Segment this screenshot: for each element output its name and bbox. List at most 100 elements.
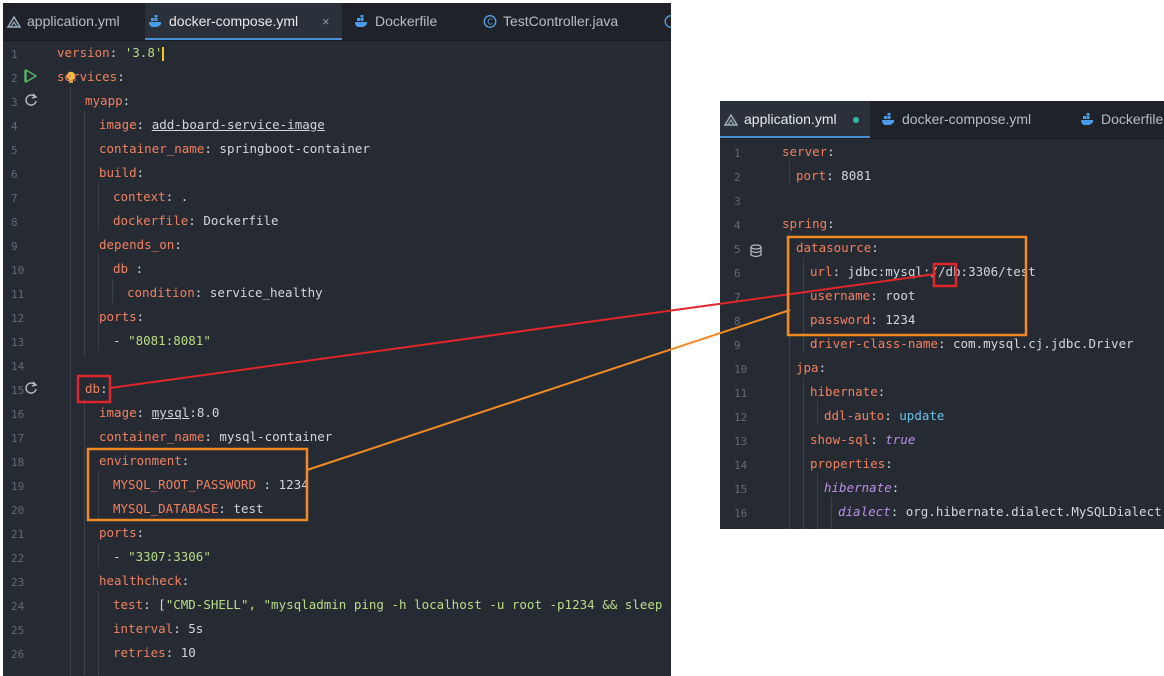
code-line: services:: [57, 68, 125, 86]
code-line: show-sql: true: [810, 431, 915, 449]
code-line: ports:: [99, 308, 144, 326]
yaml-key: ddl-auto: [824, 408, 885, 423]
indent-guide: [817, 473, 818, 529]
indent-guide: [817, 401, 818, 425]
tab-label: docker-compose.yml: [169, 13, 299, 29]
line-number: 18: [11, 456, 25, 469]
right-tab-bar: application.yml docker-compose.yml Docke…: [720, 101, 1164, 139]
code-line: spring:: [782, 215, 835, 233]
yaml-key: healthcheck: [99, 573, 182, 588]
yaml-separator: :: [109, 45, 125, 60]
line-number: 4: [734, 219, 741, 232]
yaml-separator: :: [194, 285, 210, 300]
line-number: 13: [11, 336, 25, 349]
yaml-key: show-sql: [810, 432, 871, 447]
tab-application-yml[interactable]: application.yml: [3, 3, 145, 40]
code-line: dialect: org.hibernate.dialect.MySQLDial…: [838, 503, 1162, 521]
yaml-key: test: [113, 597, 144, 612]
tab-dockerfile[interactable]: Dockerfile: [1077, 101, 1164, 138]
yaml-separator: :: [826, 168, 842, 183]
yaml-key: services: [57, 69, 118, 84]
yaml-value: :3306/test: [960, 264, 1036, 279]
indent-guide: [831, 497, 832, 529]
yaml-value: mysql-container: [219, 429, 333, 444]
line-number: 15: [11, 384, 25, 397]
yaml-key: condition: [127, 285, 195, 300]
indent-guide: [789, 233, 790, 529]
line-number: 12: [11, 312, 25, 325]
line-number: 20: [11, 504, 25, 517]
code-line: driver-class-name: com.mysql.cj.jdbc.Dri…: [810, 335, 1134, 353]
yaml-key: db: [85, 381, 101, 396]
line-number: 8: [734, 315, 741, 328]
yaml-key: password: [810, 312, 871, 327]
code-line: dockerfile: Dockerfile: [113, 212, 279, 230]
code-line: ports:: [99, 524, 144, 542]
text-cursor: [162, 46, 165, 61]
code-line: interval: 5s: [113, 620, 203, 638]
line-number: 2: [734, 171, 741, 184]
yaml-key: context: [113, 189, 166, 204]
yaml-value: jdbc:mysql://: [847, 264, 946, 279]
yaml-separator: :: [165, 189, 181, 204]
yaml-separator: :: [100, 381, 108, 396]
yaml-value: 10: [180, 645, 196, 660]
yaml-separator: :: [877, 384, 886, 399]
line-number: 9: [734, 339, 741, 352]
code-line: password: 1234: [810, 311, 915, 329]
yaml-separator: :: [937, 336, 953, 351]
tab-dockerfile[interactable]: Dockerfile: [351, 3, 481, 40]
code-line: db :: [113, 260, 143, 278]
code-line: hibernate:: [824, 479, 899, 497]
yaml-value: com.mysql.cj.jdbc.Driver: [953, 336, 1134, 351]
code-line: properties:: [810, 455, 893, 473]
yaml-value-highlight: db: [945, 264, 961, 279]
yaml-value: 1234: [885, 312, 916, 327]
yaml-key: jpa: [796, 360, 819, 375]
code-line: MYSQL_DATABASE: test: [113, 500, 264, 518]
tab-label: application.yml: [744, 111, 837, 127]
yaml-key: MYSQL_ROOT_PASSWORD: [113, 477, 256, 492]
yaml-separator: :: [122, 93, 131, 108]
yaml-key: ports: [99, 525, 137, 540]
yaml-value: [: [158, 597, 166, 612]
yaml-separator: :: [136, 309, 145, 324]
yaml-separator: :: [165, 645, 181, 660]
line-number: 26: [11, 648, 25, 661]
tab-testcontroller-java[interactable]: C TestController.java: [479, 3, 659, 40]
yaml-separator: :: [136, 117, 152, 132]
yaml-separator: :: [891, 480, 900, 495]
yaml-value: 1234: [278, 477, 309, 492]
close-icon[interactable]: ×: [322, 3, 330, 40]
indent-guide: [98, 327, 99, 351]
code-line: container_name: mysql-container: [99, 428, 332, 446]
yaml-dash: -: [113, 333, 129, 348]
line-number: 3: [734, 195, 741, 208]
yaml-key: spring: [782, 216, 828, 231]
line-number: 7: [734, 291, 741, 304]
indent-guide: [803, 377, 804, 529]
tab-docker-compose-yml[interactable]: docker-compose.yml ×: [145, 3, 342, 40]
yaml-separator: :: [188, 213, 204, 228]
tab-docker-compose-yml[interactable]: docker-compose.yml: [878, 101, 1068, 138]
yaml-key: hibernate: [810, 384, 878, 399]
line-number: 9: [11, 240, 18, 253]
yaml-key: properties: [810, 456, 886, 471]
yaml-value: 8081: [841, 168, 872, 183]
yaml-value: .: [180, 189, 189, 204]
yaml-separator: :: [136, 405, 152, 420]
line-number: 7: [11, 192, 18, 205]
modified-indicator: [853, 117, 859, 123]
yaml-key: image: [99, 405, 137, 420]
yaml-string: '3.8': [124, 45, 163, 60]
line-number: 4: [11, 120, 18, 133]
code-line: retries: 10: [113, 644, 196, 662]
left-tab-bar: application.yml docker-compose.yml × Doc…: [3, 3, 671, 41]
code-line: version: '3.8': [57, 44, 165, 62]
docker-icon: [355, 15, 368, 27]
yaml-key: container_name: [99, 141, 205, 156]
tab-application-yml[interactable]: application.yml: [720, 101, 870, 138]
code-line: server:: [782, 143, 835, 161]
yaml-key: driver-class-name: [810, 336, 938, 351]
code-line: url: jdbc:mysql://db:3306/test: [810, 263, 1036, 281]
